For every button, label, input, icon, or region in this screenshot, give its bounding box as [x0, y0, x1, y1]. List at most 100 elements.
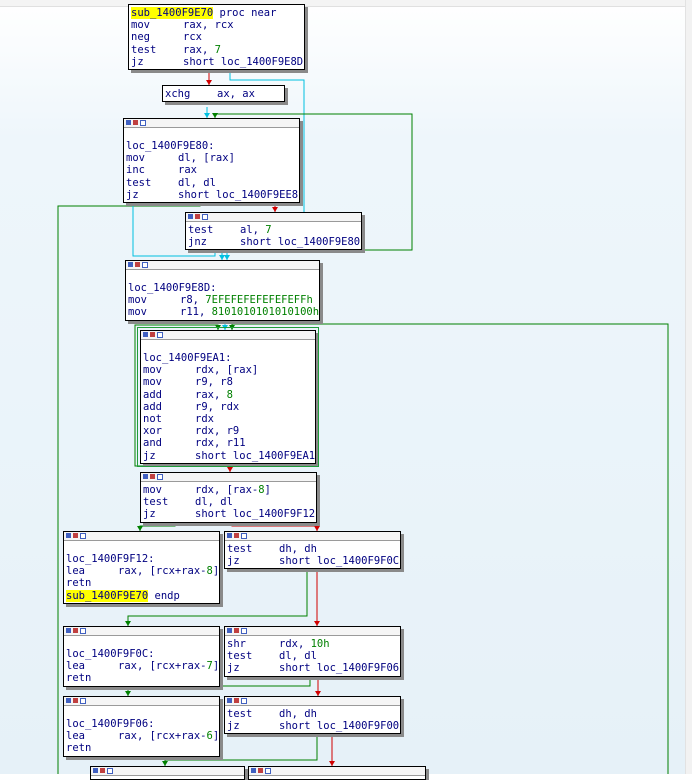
block-color-icon[interactable] — [143, 474, 148, 479]
block-group-icon[interactable] — [195, 214, 200, 219]
block-group-icon[interactable] — [150, 474, 155, 479]
block-group-icon[interactable] — [133, 120, 138, 125]
label-name[interactable]: loc_1400F9F0C: — [66, 648, 155, 660]
instruction-line: test al, 7 — [188, 224, 359, 236]
block-group-icon[interactable] — [73, 628, 78, 633]
vertical-scrollbar[interactable] — [685, 0, 692, 774]
basic-block-n12[interactable]: test dh, dh jz short loc_1400F9F00 — [224, 696, 401, 735]
basic-block-n10[interactable]: shr rdx, 10h test dl, dl jz short loc_1400F9F… — [224, 626, 401, 677]
block-view-icon[interactable] — [80, 533, 86, 539]
ida-graph-view[interactable]: sub_1400F9E70 proc near mov rax, rcx neg rcx… — [0, 0, 692, 780]
instruction-line: shr rdx, 10h — [227, 638, 398, 650]
instruction-line: test dl, dl — [126, 177, 297, 189]
code-label: sub_1400F9E70 proc near — [131, 7, 302, 19]
mnemonic: xor — [143, 425, 162, 438]
block-group-icon[interactable] — [234, 628, 239, 633]
block-view-icon[interactable] — [241, 628, 247, 634]
mnemonic: retn — [66, 742, 92, 755]
mnemonic: not — [143, 412, 162, 425]
mnemonic: jz — [143, 449, 156, 462]
block-color-icon[interactable] — [251, 768, 256, 773]
block-color-icon[interactable] — [126, 120, 131, 125]
operand: rax, — [183, 43, 215, 56]
block-header — [225, 697, 400, 706]
basic-block-n1[interactable]: xchg ax, ax — [162, 85, 285, 103]
label-name[interactable]: loc_1400F9E8D: — [128, 282, 217, 294]
operand: short loc_1400F9E8D — [183, 55, 304, 68]
block-view-icon[interactable] — [80, 698, 86, 704]
mnemonic: test — [227, 650, 253, 663]
label-name[interactable]: loc_1400F9F12: — [66, 553, 155, 565]
operand: al, — [240, 224, 266, 236]
block-group-icon[interactable] — [73, 533, 78, 538]
basic-block-n3[interactable]: test al, 7 jnz short loc_1400F9E80 — [185, 212, 362, 251]
block-group-icon[interactable] — [234, 698, 239, 703]
basic-block-n14[interactable] — [248, 766, 426, 780]
block-view-icon[interactable] — [142, 262, 148, 268]
block-color-icon[interactable] — [66, 698, 71, 703]
basic-block-n7[interactable]: loc_1400F9F12: lea rax, [rcx+rax-8] retn sub… — [63, 531, 220, 604]
block-view-icon[interactable] — [140, 120, 146, 126]
block-color-icon[interactable] — [93, 768, 98, 773]
mnemonic: mov — [128, 306, 147, 319]
code-label: loc_1400F9E8D: — [128, 282, 317, 294]
block-color-icon[interactable] — [66, 533, 71, 538]
operand: rax, — [195, 388, 227, 401]
instruction-line: jz short loc_1400F9EE8 — [126, 189, 298, 201]
block-view-icon[interactable] — [80, 628, 86, 634]
basic-block-n5[interactable]: loc_1400F9EA1: mov rdx, [rax] mov r9, r8 add r… — [137, 327, 319, 467]
operand: short loc_1400F9E80 — [240, 236, 361, 249]
operand: short loc_1400F9F12 — [195, 508, 316, 521]
basic-block-n4[interactable]: loc_1400F9E8D: mov r8, 7EFEFEFEFEFEFEFFh mo… — [125, 260, 320, 321]
block-color-icon[interactable] — [128, 262, 133, 267]
block-group-icon[interactable] — [234, 533, 239, 538]
block-disassembly: test al, 7 jnz short loc_1400F9E80 — [186, 222, 361, 249]
block-group-icon[interactable] — [100, 768, 105, 773]
basic-block-n9[interactable]: loc_1400F9F0C: lea rax, [rcx+rax-7] retn — [63, 626, 220, 687]
label-name[interactable]: loc_1400F9EA1: — [143, 352, 232, 364]
mnemonic: add — [143, 388, 162, 401]
block-color-icon[interactable] — [227, 628, 232, 633]
code-label: loc_1400F9F0C: — [66, 648, 217, 660]
block-header — [141, 331, 315, 340]
label-directive: proc near — [213, 7, 277, 19]
basic-block-n0[interactable]: sub_1400F9E70 proc near mov rax, rcx neg rcx… — [128, 4, 305, 70]
basic-block-n11[interactable]: loc_1400F9F06: lea rax, [rcx+rax-6] retn — [63, 696, 220, 757]
block-group-icon[interactable] — [150, 332, 155, 337]
block-view-icon[interactable] — [157, 332, 163, 338]
label-name[interactable]: sub_1400F9E70 — [131, 7, 214, 19]
instruction-line: jz short loc_1400F9F00 — [227, 720, 399, 733]
label-name[interactable]: loc_1400F9F06: — [66, 718, 155, 730]
basic-block-n6[interactable]: mov rdx, [rax-8] test dl, dl jz short loc_140… — [140, 472, 317, 523]
instruction-line: and rdx, r11 — [143, 437, 313, 449]
mnemonic: mov — [128, 294, 147, 307]
block-group-icon[interactable] — [135, 262, 140, 267]
block-group-icon[interactable] — [258, 768, 263, 773]
block-view-icon[interactable] — [202, 214, 208, 220]
block-color-icon[interactable] — [227, 533, 232, 538]
block-header — [186, 213, 361, 222]
operand: short loc_1400F9F0C — [279, 555, 400, 568]
block-color-icon[interactable] — [227, 698, 232, 703]
immediate-value: 8101010101010100h — [211, 306, 320, 319]
basic-block-n13[interactable] — [90, 766, 245, 780]
operand: rax, [rcx+rax- — [118, 730, 207, 743]
block-color-icon[interactable] — [143, 332, 148, 337]
label-name[interactable]: loc_1400F9E80: — [126, 140, 215, 152]
label-name[interactable]: sub_1400F9E70 — [66, 589, 149, 602]
block-view-icon[interactable] — [241, 698, 247, 704]
block-color-icon[interactable] — [188, 214, 193, 219]
block-view-icon[interactable] — [265, 768, 271, 774]
mnemonic: mov — [143, 376, 162, 389]
basic-block-n8[interactable]: test dh, dh jz short loc_1400F9F0C — [224, 531, 401, 570]
block-view-icon[interactable] — [157, 474, 163, 480]
block-view-icon[interactable] — [241, 533, 247, 539]
block-disassembly — [91, 776, 244, 779]
mnemonic: inc — [126, 164, 145, 177]
block-view-icon[interactable] — [107, 768, 113, 774]
block-group-icon[interactable] — [73, 698, 78, 703]
block-color-icon[interactable] — [66, 628, 71, 633]
basic-block-n2[interactable]: loc_1400F9E80: mov dl, [rax] inc rax test dl, … — [123, 118, 300, 203]
mnemonic: jz — [227, 720, 240, 733]
